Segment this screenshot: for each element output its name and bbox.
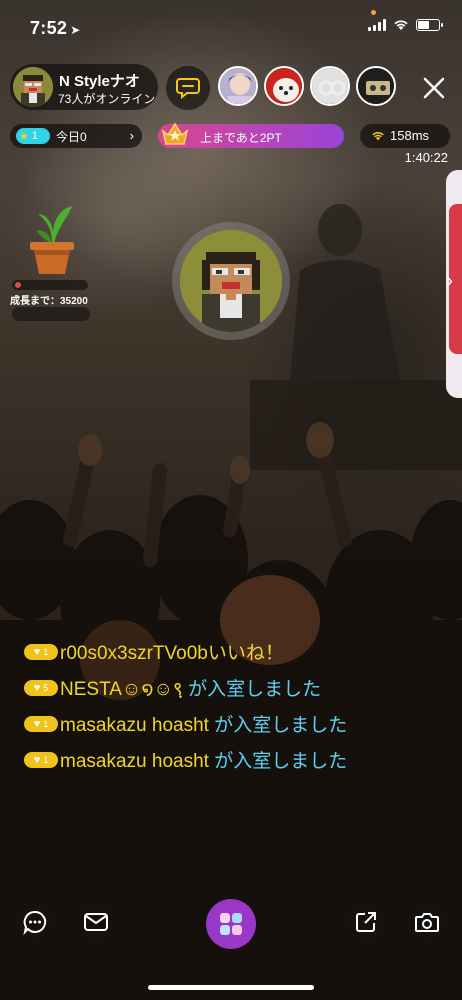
chat-text: が入室しました [208, 751, 348, 772]
plant-action-bar [12, 307, 90, 321]
background-scene [0, 0, 462, 1000]
plant-progress-dot [15, 282, 21, 288]
badge-level: 1 [43, 754, 49, 765]
chat-message: ♥ 1 masakazu hoasht が入室しました [24, 744, 444, 780]
heart-icon: ♥ [33, 753, 41, 766]
badge-level: 5 [43, 682, 49, 693]
host-avatar-image [13, 67, 53, 107]
clock-text: 7:52 [30, 18, 68, 38]
user-level-badge: ♥ 1 [24, 751, 58, 768]
level-pill[interactable]: ★ 1 今日0 › [10, 124, 142, 148]
home-indicator[interactable] [148, 985, 314, 990]
chat-username[interactable]: r00s0x3szrTVo0b [60, 643, 208, 664]
close-icon[interactable] [422, 76, 446, 100]
rank-text: 上まであと2PT [200, 131, 282, 145]
chat-text: が入室しました [208, 715, 348, 736]
heart-icon: ♥ [33, 645, 41, 658]
apps-icon [220, 913, 242, 935]
battery-icon [416, 19, 443, 31]
level-number: 1 [31, 130, 38, 142]
chat-log: ♥ 1 r00s0x3szrTVo0bいいね！ ♥ 5 NESTA☺︎໑☺︎९ฺ が入室… [24, 636, 444, 780]
chat-username[interactable]: NESTA☺︎໑☺︎९ฺ [60, 679, 188, 700]
chevron-right-icon: › [129, 128, 134, 143]
host-avatar[interactable] [13, 67, 53, 107]
viewer-avatar-4[interactable] [356, 66, 396, 106]
viewer-avatar-3[interactable] [310, 66, 350, 106]
status-time: 7:52 ➤ [30, 18, 81, 39]
chat-text: いいね！ [207, 643, 284, 664]
plant-pot-icon[interactable] [24, 200, 80, 278]
location-icon: ➤ [70, 23, 81, 37]
share-icon [356, 912, 376, 932]
chat-message: ♥ 1 r00s0x3szrTVo0bいいね！ [24, 636, 444, 672]
user-level-badge: ♥ 1 [24, 643, 58, 660]
status-icons [368, 19, 443, 31]
mail-icon [84, 913, 108, 931]
elapsed-time: 1:40:22 [404, 150, 448, 165]
comment-toggle-button[interactable] [166, 66, 210, 110]
speech-bubble-icon [176, 78, 200, 100]
comment-button[interactable] [13, 900, 57, 944]
wifi-icon [394, 20, 408, 30]
chat-username[interactable]: masakazu hoasht [60, 751, 209, 772]
viewer-avatar-2[interactable] [264, 66, 304, 106]
viewer-avatar-1[interactable] [218, 66, 258, 106]
share-button[interactable] [344, 900, 388, 944]
star-icon: ★ [19, 130, 29, 143]
heart-icon: ♥ [33, 717, 41, 730]
camera-icon [415, 913, 439, 932]
user-level-badge: ♥ 1 [24, 715, 58, 732]
level-today-text: 今日0 [56, 130, 87, 144]
heart-icon: ♥ [33, 681, 41, 694]
host-online-count: 73人がオンライン [58, 92, 154, 106]
message-button[interactable] [74, 900, 118, 944]
chat-message: ♥ 5 NESTA☺︎໑☺︎९ฺ が入室しました [24, 672, 444, 708]
host-name: N Styleナオ [59, 73, 140, 90]
host-main-avatar[interactable] [180, 230, 282, 332]
status-bar: 7:52 ➤ [0, 0, 462, 56]
user-level-badge: ♥ 5 [24, 679, 58, 696]
network-wifi-icon [372, 132, 384, 141]
chat-bubble-icon [23, 910, 47, 935]
plant-progress-bar [12, 280, 88, 290]
crown-icon [161, 122, 189, 145]
privacy-indicator-dot [371, 10, 376, 15]
ping-value: 158ms [390, 128, 430, 143]
badge-level: 1 [43, 718, 49, 729]
badge-level: 1 [43, 646, 49, 657]
plant-growth-text: 成長まで：35200 [10, 296, 88, 307]
network-ping-pill: 158ms [360, 124, 450, 148]
crowd-silhouette [0, 204, 462, 1000]
camera-button[interactable] [405, 900, 449, 944]
rank-pill[interactable]: 上まであと2PT [158, 122, 344, 148]
host-main-avatar-image [180, 230, 282, 332]
chat-text: が入室しました [188, 679, 322, 700]
apps-button[interactable] [206, 899, 256, 949]
level-badge: ★ 1 [16, 128, 50, 144]
cellular-signal-icon [368, 19, 386, 31]
chat-message: ♥ 1 masakazu hoasht が入室しました [24, 708, 444, 744]
chevron-right-icon[interactable]: › [446, 270, 453, 293]
chat-username[interactable]: masakazu hoasht [60, 715, 209, 736]
host-info-pill[interactable]: N Styleナオ 73人がオンライン [10, 64, 158, 110]
